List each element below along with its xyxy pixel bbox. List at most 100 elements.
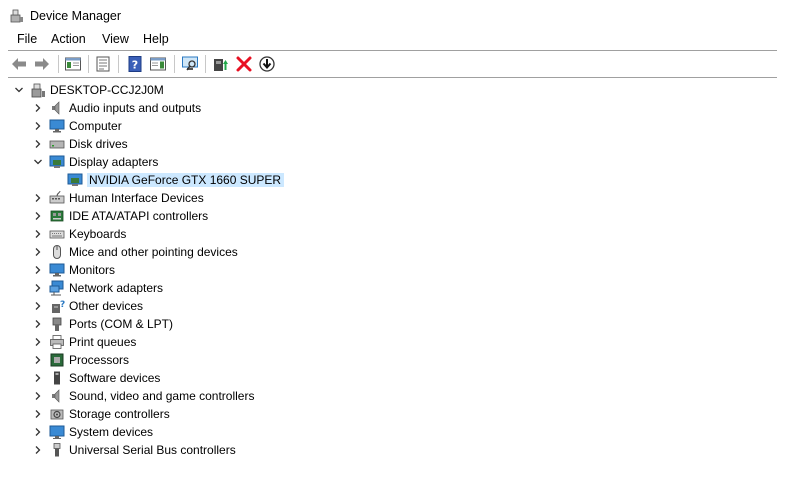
- chevron-right-icon[interactable]: [31, 137, 45, 151]
- category-label: Display adapters: [69, 155, 159, 169]
- device-nvidia-gtx-1660-super[interactable]: NVIDIA GeForce GTX 1660 SUPER: [67, 171, 285, 189]
- chevron-right-icon[interactable]: [31, 407, 45, 421]
- storage-controller-icon: [49, 406, 65, 422]
- chevron-down-icon[interactable]: [31, 155, 45, 169]
- category-mice[interactable]: Mice and other pointing devices: [31, 243, 238, 261]
- category-label: Other devices: [69, 299, 144, 313]
- category-label: Disk drives: [69, 137, 128, 151]
- other-devices-icon: ?: [49, 298, 65, 314]
- window-title: Device Manager: [30, 9, 122, 23]
- chevron-right-icon[interactable]: [31, 227, 45, 241]
- update-driver-icon[interactable]: [212, 55, 230, 73]
- ide-controller-icon: [49, 208, 65, 224]
- menu-action[interactable]: Action: [51, 32, 86, 46]
- mouse-icon: [49, 244, 65, 260]
- toolbar-separator: [88, 55, 89, 73]
- chevron-right-icon[interactable]: [31, 245, 45, 259]
- category-label: Network adapters: [69, 281, 164, 295]
- menu-view[interactable]: View: [102, 32, 129, 46]
- device-manager-icon: [10, 9, 24, 23]
- category-storage-controllers[interactable]: Storage controllers: [31, 405, 170, 423]
- category-label: System devices: [69, 425, 154, 439]
- category-label: Mice and other pointing devices: [69, 245, 238, 259]
- chevron-right-icon[interactable]: [31, 317, 45, 331]
- category-usb-controllers[interactable]: Universal Serial Bus controllers: [31, 441, 236, 459]
- usb-icon: [49, 442, 65, 458]
- processor-icon: [49, 352, 65, 368]
- toolbar-separator: [174, 55, 175, 73]
- action-pane-icon[interactable]: [149, 55, 167, 73]
- category-label: Processors: [69, 353, 130, 367]
- category-ide-controllers[interactable]: IDE ATA/ATAPI controllers: [31, 207, 208, 225]
- toolbar: ?: [0, 51, 802, 77]
- device-label: NVIDIA GeForce GTX 1660 SUPER: [87, 173, 285, 187]
- properties-icon[interactable]: [94, 55, 112, 73]
- scan-hardware-icon[interactable]: [181, 55, 199, 73]
- chevron-down-icon[interactable]: [12, 83, 26, 97]
- menu-help[interactable]: Help: [143, 32, 169, 46]
- help-icon[interactable]: ?: [126, 55, 144, 73]
- computer-icon: [49, 118, 65, 134]
- category-label: Sound, video and game controllers: [69, 389, 255, 403]
- category-disk-drives[interactable]: Disk drives: [31, 135, 128, 153]
- category-keyboards[interactable]: Keyboards: [31, 225, 126, 243]
- chevron-right-icon[interactable]: [31, 371, 45, 385]
- display-adapter-icon: [67, 172, 83, 188]
- hid-icon: [49, 190, 65, 206]
- category-label: Universal Serial Bus controllers: [69, 443, 236, 457]
- port-icon: [49, 316, 65, 332]
- category-computer[interactable]: Computer: [31, 117, 122, 135]
- category-processors[interactable]: Processors: [31, 351, 129, 369]
- category-label: Storage controllers: [69, 407, 170, 421]
- printer-icon: [49, 334, 65, 350]
- category-system-devices[interactable]: System devices: [31, 423, 153, 441]
- disable-device-icon[interactable]: [258, 55, 276, 73]
- menu-file[interactable]: File: [17, 32, 37, 46]
- computer-root-icon: [30, 82, 46, 98]
- show-hide-tree-icon[interactable]: [64, 55, 82, 73]
- uninstall-icon[interactable]: [235, 55, 253, 73]
- speaker-icon: [49, 100, 65, 116]
- category-other-devices[interactable]: ? Other devices: [31, 297, 143, 315]
- back-icon[interactable]: [10, 55, 28, 73]
- display-adapter-icon: [49, 154, 65, 170]
- tree-root[interactable]: DESKTOP-CCJ2J0M: [12, 81, 164, 99]
- toolbar-separator-line: [8, 77, 777, 78]
- category-software-devices[interactable]: Software devices: [31, 369, 160, 387]
- category-print-queues[interactable]: Print queues: [31, 333, 136, 351]
- chevron-right-icon[interactable]: [31, 119, 45, 133]
- chevron-right-icon[interactable]: [31, 389, 45, 403]
- category-label: Software devices: [69, 371, 161, 385]
- chevron-right-icon[interactable]: [31, 335, 45, 349]
- svg-text:?: ?: [60, 300, 65, 310]
- category-monitors[interactable]: Monitors: [31, 261, 115, 279]
- forward-icon[interactable]: [33, 55, 51, 73]
- category-ports[interactable]: Ports (COM & LPT): [31, 315, 173, 333]
- chevron-right-icon[interactable]: [31, 425, 45, 439]
- chevron-right-icon[interactable]: [31, 263, 45, 277]
- category-network-adapters[interactable]: Network adapters: [31, 279, 163, 297]
- category-label: Monitors: [69, 263, 116, 277]
- chevron-right-icon[interactable]: [31, 101, 45, 115]
- sound-controller-icon: [49, 388, 65, 404]
- category-label: Human Interface Devices: [69, 191, 204, 205]
- chevron-right-icon[interactable]: [31, 209, 45, 223]
- category-display-adapters[interactable]: Display adapters: [31, 153, 158, 171]
- category-label: Audio inputs and outputs: [69, 101, 202, 115]
- toolbar-separator: [205, 55, 206, 73]
- chevron-right-icon[interactable]: [31, 443, 45, 457]
- chevron-right-icon[interactable]: [31, 353, 45, 367]
- chevron-right-icon[interactable]: [31, 299, 45, 313]
- system-devices-icon: [49, 424, 65, 440]
- chevron-right-icon[interactable]: [31, 191, 45, 205]
- category-sound-controllers[interactable]: Sound, video and game controllers: [31, 387, 254, 405]
- category-hid[interactable]: Human Interface Devices: [31, 189, 204, 207]
- category-label: Print queues: [69, 335, 137, 349]
- network-adapter-icon: [49, 280, 65, 296]
- category-label: Ports (COM & LPT): [69, 317, 174, 331]
- disk-drive-icon: [49, 136, 65, 152]
- chevron-right-icon[interactable]: [31, 281, 45, 295]
- software-device-icon: [49, 370, 65, 386]
- category-label: IDE ATA/ATAPI controllers: [69, 209, 209, 223]
- category-audio[interactable]: Audio inputs and outputs: [31, 99, 201, 117]
